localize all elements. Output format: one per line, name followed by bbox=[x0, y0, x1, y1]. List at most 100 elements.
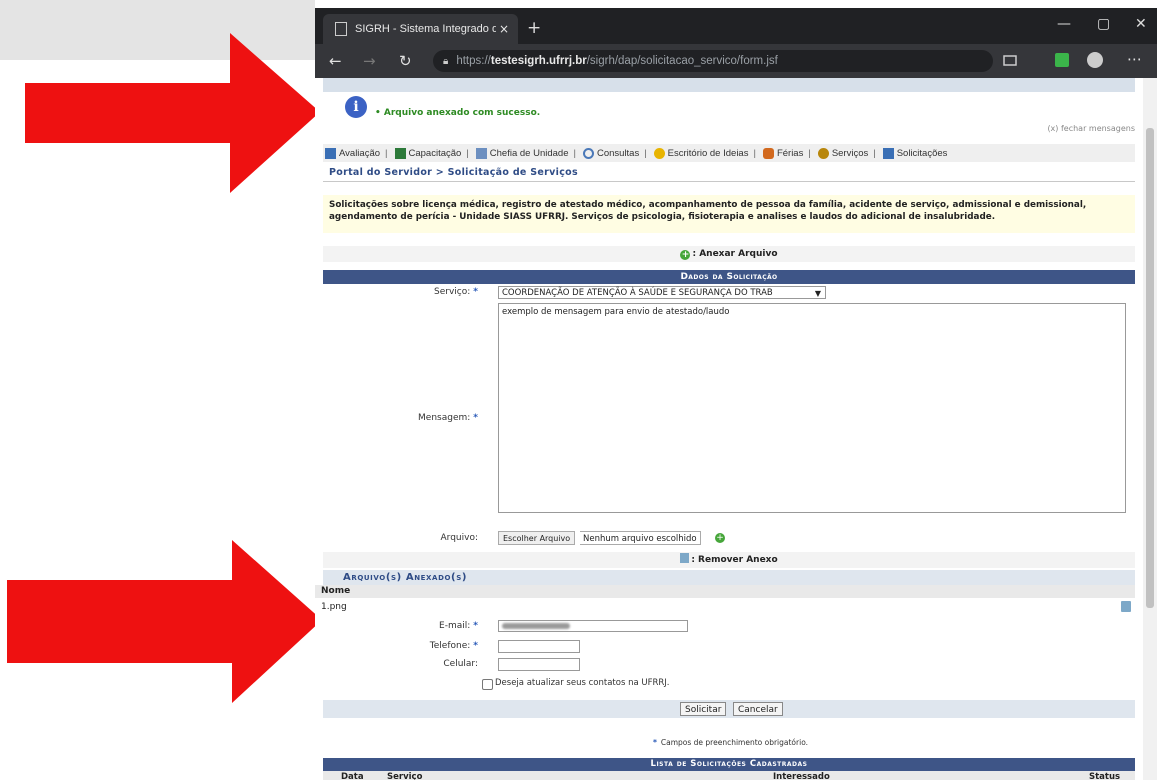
celular-field[interactable] bbox=[498, 658, 580, 671]
update-contacts-checkbox[interactable] bbox=[482, 679, 493, 690]
menu-item-capacitacao[interactable]: Capacitação bbox=[393, 147, 461, 159]
add-icon: + bbox=[680, 250, 691, 260]
red-arrow-top bbox=[25, 33, 320, 193]
remove-attachment-link[interactable]: : Remover Anexo bbox=[323, 552, 1135, 568]
scrollbar-thumb[interactable] bbox=[1146, 128, 1154, 608]
telefone-row: Telefone: * bbox=[323, 640, 1135, 654]
request-list-header: Lista de Solicitações Cadastradas bbox=[323, 758, 1135, 771]
lock-icon: 🔒︎ bbox=[443, 55, 449, 67]
requests-icon bbox=[882, 147, 894, 159]
menu-label: Serviços bbox=[831, 147, 869, 159]
success-message: • Arquivo anexado com sucesso. bbox=[375, 108, 541, 118]
tab-strip: SIGRH - Sistema Integrado de G × + — ▢ ✕ bbox=[315, 8, 1157, 44]
main-menu: Avaliação | Capacitação | Chefia de Unid… bbox=[323, 144, 1135, 162]
col-status: Status bbox=[1089, 772, 1121, 780]
extension-icon[interactable] bbox=[1055, 53, 1069, 67]
tab-title: SIGRH - Sistema Integrado de G bbox=[355, 23, 496, 35]
page-icon bbox=[335, 22, 347, 36]
attached-files-header: Arquivo(s) Anexado(s) bbox=[323, 570, 1135, 585]
message-box: i • Arquivo anexado com sucesso. (x) fec… bbox=[323, 92, 1135, 144]
delete-file-icon[interactable] bbox=[1121, 601, 1131, 612]
reload-icon[interactable]: ↻ bbox=[399, 52, 412, 70]
button-bar: Solicitar Cancelar bbox=[323, 700, 1135, 718]
attached-file-row: 1.png bbox=[315, 600, 1135, 614]
notice-box: Solicitações sobre licença médica, regis… bbox=[323, 195, 1135, 233]
telefone-label: Telefone: * bbox=[429, 641, 478, 651]
menu-label: Avaliação bbox=[339, 147, 381, 159]
forward-icon[interactable]: → bbox=[363, 52, 376, 70]
page-content: i • Arquivo anexado com sucesso. (x) fec… bbox=[315, 78, 1143, 780]
cancelar-button[interactable]: Cancelar bbox=[733, 702, 783, 716]
reading-mode-icon[interactable] bbox=[1003, 53, 1017, 67]
lightbulb-icon bbox=[653, 147, 665, 159]
menu-dots-icon[interactable]: ⋯ bbox=[1127, 50, 1142, 68]
email-field[interactable] bbox=[498, 620, 688, 632]
choose-file-button[interactable]: Escolher Arquivo bbox=[498, 531, 576, 545]
close-messages-link[interactable]: (x) fechar mensagens bbox=[1047, 124, 1135, 133]
celular-label: Celular: bbox=[443, 659, 478, 669]
breadcrumb: Portal do Servidor > Solicitação de Serv… bbox=[323, 164, 1135, 182]
url-host: testesigrh.ufrrj.br bbox=[490, 55, 587, 67]
servico-select[interactable]: COORDENAÇÃO DE ATENÇÃO À SAÚDE E SEGURAN… bbox=[498, 286, 826, 299]
url-path: /sigrh/dap/solicitacao_servico/form.jsf bbox=[586, 55, 778, 67]
tab-close-icon[interactable]: × bbox=[496, 22, 512, 36]
browser-tab[interactable]: SIGRH - Sistema Integrado de G × bbox=[323, 14, 518, 44]
attach-file-link[interactable]: +: Anexar Arquivo bbox=[323, 246, 1135, 262]
close-window-button[interactable]: ✕ bbox=[1135, 16, 1147, 32]
menu-item-consultas[interactable]: Consultas bbox=[581, 147, 640, 159]
menu-separator: | bbox=[573, 147, 576, 159]
blurred-email bbox=[502, 623, 570, 629]
menu-label: Solicitações bbox=[896, 147, 948, 159]
top-strip bbox=[323, 78, 1135, 92]
telefone-field[interactable] bbox=[498, 640, 580, 653]
celular-row: Celular: bbox=[323, 658, 1135, 672]
col-data: Data bbox=[341, 772, 364, 780]
url-field[interactable]: 🔒︎ https://testesigrh.ufrrj.br/sigrh/dap… bbox=[433, 50, 993, 72]
servico-label: Serviço: * bbox=[434, 287, 478, 297]
arquivo-row: Arquivo: Escolher Arquivo Nenhum arquivo… bbox=[323, 531, 1135, 547]
menu-item-ferias[interactable]: Férias bbox=[761, 147, 803, 159]
browser-window: SIGRH - Sistema Integrado de G × + — ▢ ✕… bbox=[315, 8, 1157, 780]
col-interessado: Interessado bbox=[773, 772, 830, 780]
menu-separator: | bbox=[808, 147, 811, 159]
menu-separator: | bbox=[873, 147, 876, 159]
back-icon[interactable]: ← bbox=[329, 52, 342, 70]
evaluation-icon bbox=[325, 147, 336, 159]
menu-item-solicitacoes[interactable]: Solicitações bbox=[881, 147, 948, 159]
menu-label: Consultas bbox=[596, 147, 640, 159]
services-icon bbox=[817, 147, 829, 159]
solicitar-button[interactable]: Solicitar bbox=[680, 702, 727, 716]
menu-item-chefia[interactable]: Chefia de Unidade bbox=[474, 147, 568, 159]
menu-separator: | bbox=[466, 147, 469, 159]
mensagem-row: Mensagem: * exemplo de mensagem para envi… bbox=[323, 303, 1135, 515]
mensagem-label: Mensagem: * bbox=[418, 413, 478, 423]
vacation-icon bbox=[762, 147, 774, 159]
chevron-down-icon: ▼ bbox=[814, 289, 821, 298]
menu-label: Escritório de Ideias bbox=[667, 147, 749, 159]
menu-item-avaliacao[interactable]: Avaliação bbox=[323, 147, 381, 159]
arquivo-label: Arquivo: bbox=[440, 533, 478, 543]
request-list-columns: Data Serviço Interessado Status bbox=[323, 771, 1135, 780]
section-dados-header: Dados da Solicitação bbox=[323, 270, 1135, 284]
attached-file-name: 1.png bbox=[321, 602, 347, 612]
address-bar: ← → ↻ 🔒︎ https://testesigrh.ufrrj.br/sig… bbox=[315, 44, 1157, 78]
maximize-button[interactable]: ▢ bbox=[1097, 16, 1110, 32]
update-contacts-row: Deseja atualizar seus contatos na UFRRJ. bbox=[323, 678, 1135, 690]
menu-separator: | bbox=[753, 147, 756, 159]
menu-separator: | bbox=[644, 147, 647, 159]
email-label: E-mail: * bbox=[439, 621, 478, 631]
minimize-button[interactable]: — bbox=[1057, 16, 1071, 32]
email-row: E-mail: * bbox=[323, 620, 1135, 634]
profile-avatar-icon[interactable] bbox=[1087, 52, 1103, 68]
new-tab-button[interactable]: + bbox=[527, 18, 541, 38]
menu-item-ideias[interactable]: Escritório de Ideias bbox=[652, 147, 749, 159]
mensagem-textarea[interactable]: exemplo de mensagem para envio de atesta… bbox=[498, 303, 1126, 513]
add-file-icon[interactable]: + bbox=[715, 533, 725, 543]
url-prefix: https:// bbox=[456, 55, 491, 67]
info-icon: i bbox=[345, 96, 367, 118]
file-status: Nenhum arquivo escolhido bbox=[580, 531, 701, 545]
scrollbar[interactable] bbox=[1143, 78, 1157, 780]
remove-label: : Remover Anexo bbox=[691, 555, 778, 565]
update-contacts-label: Deseja atualizar seus contatos na UFRRJ. bbox=[495, 678, 670, 688]
menu-item-servicos[interactable]: Serviços bbox=[816, 147, 869, 159]
